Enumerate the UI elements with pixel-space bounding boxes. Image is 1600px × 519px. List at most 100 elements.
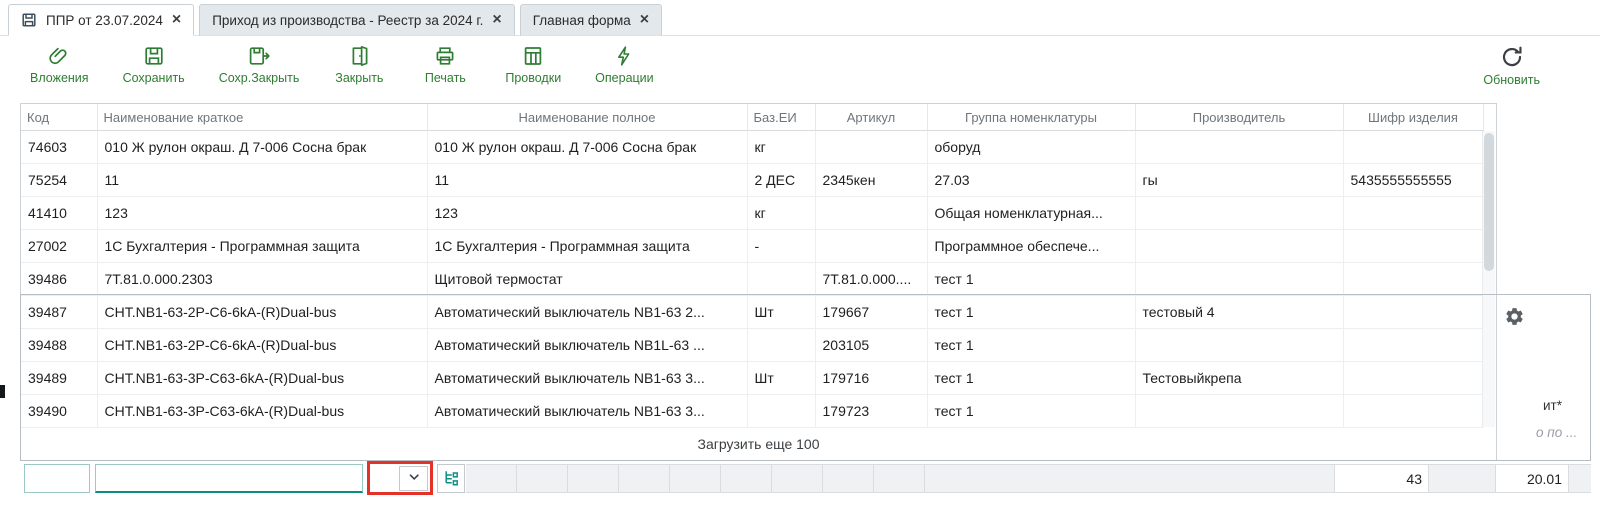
cell[interactable] <box>1343 197 1483 230</box>
column-header-article[interactable]: Артикул <box>815 104 927 131</box>
table-row[interactable]: 394867Т.81.0.000.2303Щитовой термостат 7Т… <box>21 263 1483 296</box>
cell[interactable] <box>1343 263 1483 296</box>
tab-ppr-document[interactable]: ППР от 23.07.2024 × <box>8 4 194 36</box>
cell[interactable]: Автоматический выключатель NB1-63 3... <box>427 395 747 428</box>
cell[interactable] <box>747 329 815 362</box>
cell[interactable]: CHT.NB1-63-2P-C6-6kA-(R)Dual-bus <box>97 329 427 362</box>
cell[interactable] <box>1135 230 1343 263</box>
code-input[interactable] <box>24 464 90 493</box>
load-more-button[interactable]: Загрузить еще 100 <box>21 428 1496 460</box>
vertical-scrollbar[interactable] <box>1482 131 1495 427</box>
scrollbar-thumb[interactable] <box>1484 133 1494 271</box>
cell[interactable]: 123 <box>427 197 747 230</box>
combo-dropdown-button[interactable] <box>399 466 428 491</box>
cell[interactable] <box>815 197 927 230</box>
cell[interactable]: тест 1 <box>927 329 1135 362</box>
cell[interactable]: оборуд <box>927 131 1135 164</box>
cell[interactable] <box>1135 197 1343 230</box>
table-row[interactable]: 270021С Бухгалтерия - Программная защита… <box>21 230 1483 263</box>
close-icon[interactable]: × <box>640 12 649 28</box>
cell[interactable]: - <box>747 230 815 263</box>
cell[interactable]: тест 1 <box>927 362 1135 395</box>
save-close-button[interactable]: Сохр.Закрыть <box>219 44 300 85</box>
cell[interactable]: CHT.NB1-63-3P-C63-6kA-(R)Dual-bus <box>97 362 427 395</box>
cell[interactable]: 010 Ж рулон окраш. Д 7-006 Сосна брак <box>427 131 747 164</box>
cell[interactable]: 11 <box>97 164 427 197</box>
tab-main-form[interactable]: Главная форма × <box>520 4 662 36</box>
column-header-manufacturer[interactable]: Производитель <box>1135 104 1343 131</box>
cell[interactable]: тест 1 <box>927 263 1135 296</box>
cell[interactable]: 75254 <box>21 164 97 197</box>
cell[interactable]: CHT.NB1-63-2P-C6-6kA-(R)Dual-bus <box>97 296 427 329</box>
cell[interactable] <box>747 395 815 428</box>
cell[interactable]: 39486 <box>21 263 97 296</box>
cell[interactable]: 179723 <box>815 395 927 428</box>
cell[interactable]: 27002 <box>21 230 97 263</box>
cell[interactable]: тестовый 4 <box>1135 296 1343 329</box>
cell[interactable] <box>1135 329 1343 362</box>
column-header-full-name[interactable]: Наименование полное <box>427 104 747 131</box>
table-row[interactable]: 41410123123кгОбщая номенклатурная... <box>21 197 1483 230</box>
close-icon[interactable]: × <box>172 12 181 28</box>
cell[interactable]: 010 Ж рулон окраш. Д 7-006 Сосна брак <box>97 131 427 164</box>
cell[interactable]: 203105 <box>815 329 927 362</box>
cell[interactable]: Общая номенклатурная... <box>927 197 1135 230</box>
attachments-button[interactable]: Вложения <box>30 44 89 85</box>
table-row[interactable]: 39487CHT.NB1-63-2P-C6-6kA-(R)Dual-busАвт… <box>21 296 1483 329</box>
cell[interactable] <box>815 131 927 164</box>
cell[interactable]: 1С Бухгалтерия - Программная защита <box>97 230 427 263</box>
cell[interactable]: 39488 <box>21 329 97 362</box>
cell[interactable]: Шт <box>747 362 815 395</box>
cell[interactable]: 2 ДЕС <box>747 164 815 197</box>
cell[interactable]: 5435555555555 <box>1343 164 1483 197</box>
cell[interactable] <box>1343 230 1483 263</box>
table-row[interactable]: 7525411112 ДЕС2345кен27.03гы543555555555… <box>21 164 1483 197</box>
save-button[interactable]: Сохранить <box>123 44 185 85</box>
cell[interactable]: Шт <box>747 296 815 329</box>
close-document-button[interactable]: Закрыть <box>333 44 385 85</box>
cell[interactable]: 39490 <box>21 395 97 428</box>
cell[interactable]: 2345кен <box>815 164 927 197</box>
cell[interactable]: 74603 <box>21 131 97 164</box>
cell[interactable]: 7Т.81.0.000.... <box>815 263 927 296</box>
cell[interactable]: CHT.NB1-63-3P-C63-6kA-(R)Dual-bus <box>97 395 427 428</box>
cell[interactable]: Автоматический выключатель NB1-63 3... <box>427 362 747 395</box>
column-header-group[interactable]: Группа номенклатуры <box>927 104 1135 131</box>
table-row[interactable]: 39489CHT.NB1-63-3P-C63-6kA-(R)Dual-busАв… <box>21 362 1483 395</box>
cell[interactable]: 27.03 <box>927 164 1135 197</box>
cell[interactable]: гы <box>1135 164 1343 197</box>
cell[interactable]: 7Т.81.0.000.2303 <box>97 263 427 296</box>
cell[interactable] <box>1343 362 1483 395</box>
cell[interactable]: 11 <box>427 164 747 197</box>
cell[interactable]: Щитовой термостат <box>427 263 747 296</box>
hierarchy-view-button[interactable] <box>437 464 465 493</box>
cell[interactable] <box>1135 395 1343 428</box>
cell[interactable]: Автоматический выключатель NB1-63 2... <box>427 296 747 329</box>
cell[interactable] <box>747 263 815 296</box>
cell[interactable]: 179667 <box>815 296 927 329</box>
print-button[interactable]: Печать <box>419 44 471 85</box>
postings-button[interactable]: Проводки <box>505 44 561 85</box>
cell[interactable] <box>1343 395 1483 428</box>
cell[interactable]: кг <box>747 131 815 164</box>
column-header-short-name[interactable]: Наименование краткое <box>97 104 427 131</box>
tab-prihod-register[interactable]: Приход из производства - Реестр за 2024 … <box>199 4 515 36</box>
close-icon[interactable]: × <box>492 12 501 28</box>
cell[interactable]: 179716 <box>815 362 927 395</box>
cell[interactable] <box>1343 131 1483 164</box>
cell[interactable]: Программное обеспече... <box>927 230 1135 263</box>
cell[interactable] <box>1135 131 1343 164</box>
table-settings-button[interactable] <box>1504 306 1525 330</box>
cell[interactable]: 41410 <box>21 197 97 230</box>
cell[interactable]: 39487 <box>21 296 97 329</box>
cell[interactable]: Тестовыйкрепа <box>1135 362 1343 395</box>
column-header-product-code[interactable]: Шифр изделия <box>1343 104 1483 131</box>
cell[interactable] <box>1343 296 1483 329</box>
cell[interactable]: тест 1 <box>927 296 1135 329</box>
cell[interactable]: 123 <box>97 197 427 230</box>
column-header-base-unit[interactable]: Баз.ЕИ <box>747 104 815 131</box>
cell[interactable]: кг <box>747 197 815 230</box>
cell[interactable]: 39489 <box>21 362 97 395</box>
cell[interactable] <box>1135 263 1343 296</box>
cell[interactable]: 1С Бухгалтерия - Программная защита <box>427 230 747 263</box>
